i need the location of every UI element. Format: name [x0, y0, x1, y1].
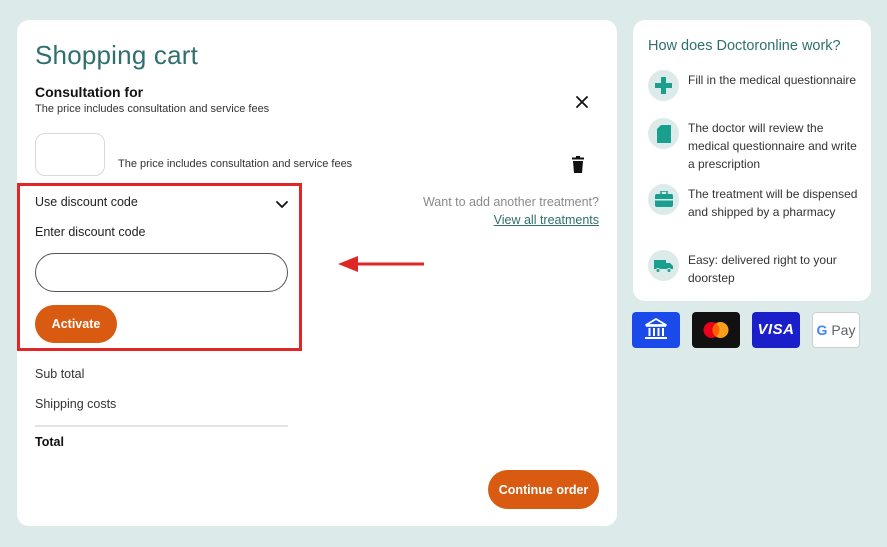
- medical-cross-icon: [648, 70, 679, 101]
- visa-icon: VISA: [752, 312, 800, 348]
- discount-toggle-label: Use discount code: [35, 195, 138, 209]
- medical-bag-icon: [648, 184, 679, 215]
- google-g-letter: G: [816, 322, 828, 338]
- view-all-treatments-link[interactable]: View all treatments: [440, 213, 599, 227]
- close-icon[interactable]: [572, 92, 592, 112]
- chevron-down-icon: [276, 197, 288, 208]
- activate-button[interactable]: Activate: [35, 305, 117, 343]
- totals-divider: [35, 425, 288, 427]
- add-treatment-prompt: Want to add another treatment?: [422, 195, 599, 209]
- bank-icon: [632, 312, 680, 348]
- consultation-subtitle: The price includes consultation and serv…: [35, 103, 270, 115]
- discount-field-label: Enter discount code: [35, 225, 146, 239]
- step-2-text: The doctor will review the medical quest…: [688, 121, 857, 171]
- product-price-note: The price includes consultation and serv…: [118, 158, 353, 170]
- document-icon: [648, 118, 679, 149]
- step-3-text: The treatment will be dispensed and ship…: [688, 187, 858, 219]
- delivery-truck-icon: [648, 250, 679, 281]
- trash-icon[interactable]: [570, 156, 586, 174]
- mastercard-icon: [692, 312, 740, 348]
- page-title: Shopping cart: [35, 40, 199, 70]
- shipping-costs-label: Shipping costs: [35, 397, 117, 411]
- step-4-text: Easy: delivered right to your doorstep: [688, 253, 837, 285]
- google-pay-icon: G Pay: [812, 312, 860, 348]
- continue-order-button[interactable]: Continue order: [488, 470, 599, 509]
- google-pay-label: G Pay: [813, 322, 859, 338]
- discount-code-toggle[interactable]: Use discount code: [35, 195, 290, 213]
- subtotal-label: Sub total: [35, 367, 85, 381]
- product-image: [35, 133, 105, 176]
- consultation-title: Consultation for: [35, 84, 144, 100]
- annotation-arrow: [338, 255, 426, 273]
- pay-word: Pay: [831, 322, 856, 338]
- step-1-text: Fill in the medical questionnaire: [688, 73, 857, 87]
- total-label: Total: [35, 435, 64, 449]
- how-it-works-title: How does Doctoronline work?: [648, 38, 841, 54]
- discount-code-input[interactable]: [35, 253, 288, 292]
- visa-label: VISA: [757, 321, 795, 338]
